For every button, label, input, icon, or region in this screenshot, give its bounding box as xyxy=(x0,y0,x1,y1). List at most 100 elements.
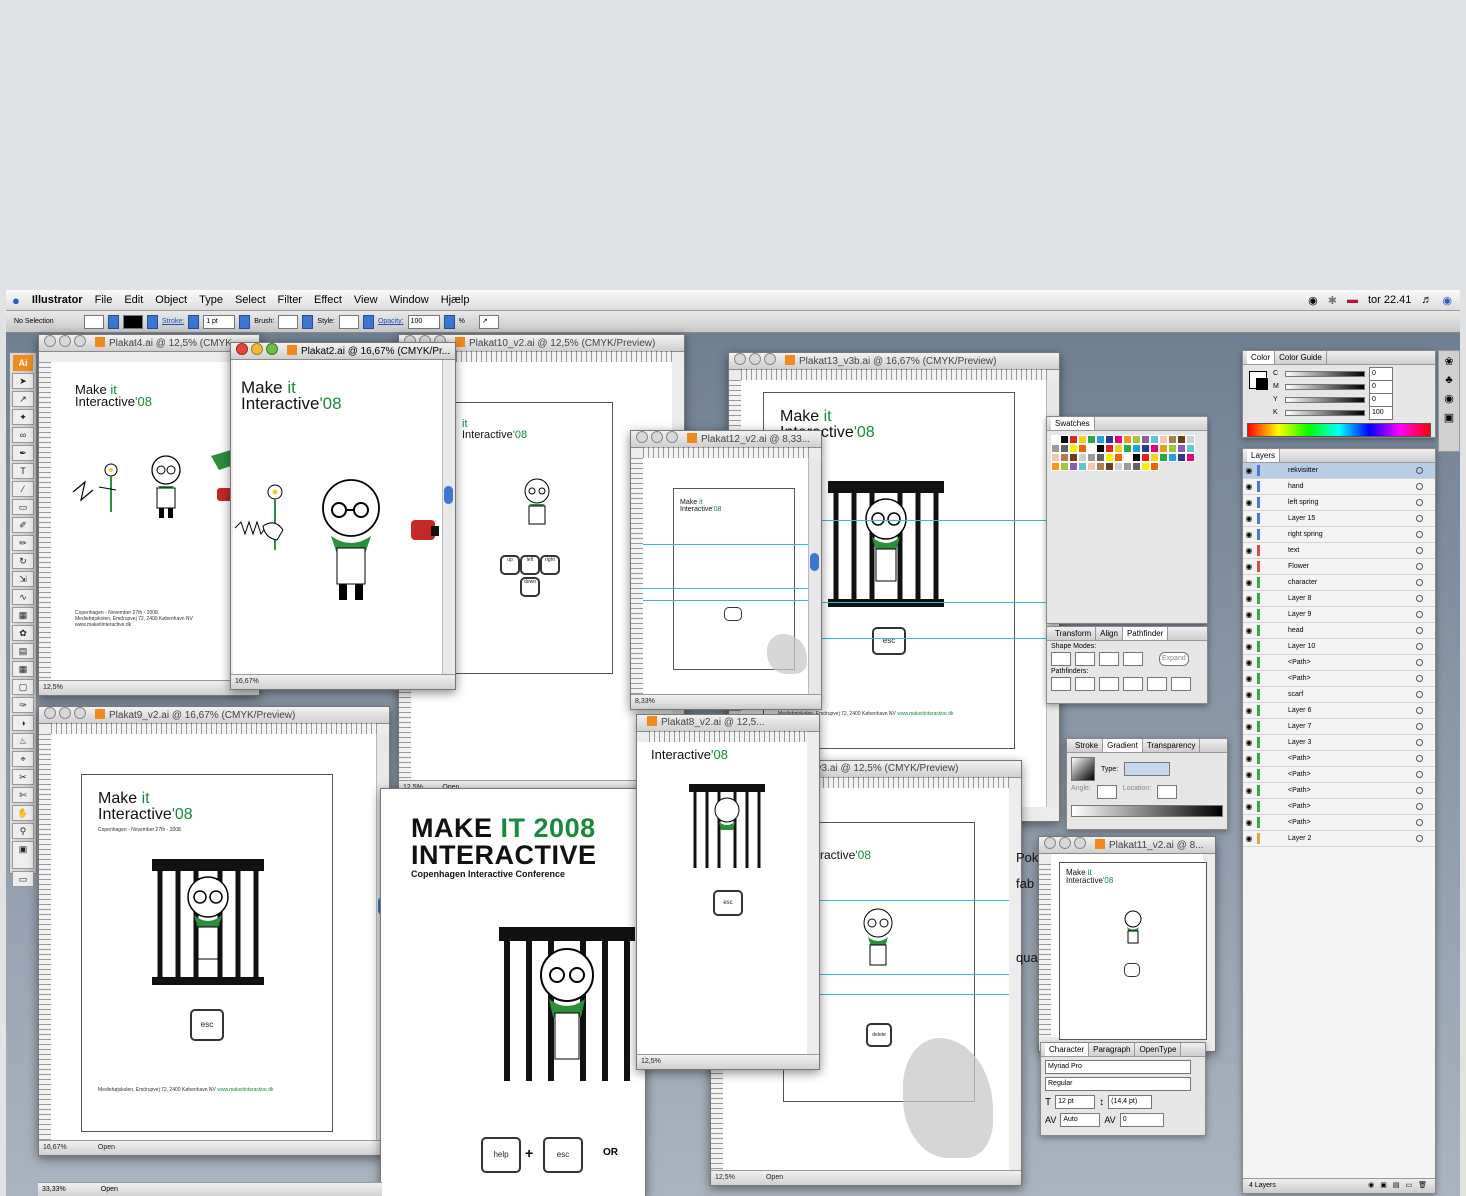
channel-slider[interactable] xyxy=(1285,383,1365,390)
target-circle-icon[interactable] xyxy=(1416,835,1423,842)
tab-opentype[interactable]: OpenType xyxy=(1135,1043,1182,1056)
color-swatch[interactable] xyxy=(1141,462,1150,471)
layer-row[interactable]: ◉ <Path> xyxy=(1243,671,1435,687)
layer-row[interactable]: ◉ character xyxy=(1243,575,1435,591)
color-swatch[interactable] xyxy=(1051,444,1060,453)
font-family-select[interactable]: Myriad Pro xyxy=(1045,1060,1191,1074)
stroke-weight-stepper[interactable] xyxy=(188,314,200,329)
rotate-tool-icon[interactable]: ↻ xyxy=(12,553,34,569)
screen-mode-icon[interactable]: ▭ xyxy=(12,871,34,887)
color-swatch[interactable] xyxy=(1069,435,1078,444)
target-circle-icon[interactable] xyxy=(1416,563,1423,570)
brushes-dock-icon[interactable]: ❀ xyxy=(1439,355,1459,368)
zoom-level[interactable]: 12,5% xyxy=(641,1058,661,1065)
visibility-eye-icon[interactable]: ◉ xyxy=(1243,834,1255,843)
free-transform-tool-icon[interactable]: ▦ xyxy=(12,607,34,623)
gradient-tool-icon[interactable]: ▢ xyxy=(12,679,34,695)
color-swatch[interactable] xyxy=(1051,435,1060,444)
visibility-eye-icon[interactable]: ◉ xyxy=(1243,770,1255,779)
vertical-scrollbar[interactable] xyxy=(808,458,821,695)
color-swatch[interactable] xyxy=(1114,435,1123,444)
font-size-field[interactable]: 12 pt xyxy=(1055,1095,1096,1109)
artboard-canvas[interactable]: Make it Interactive'08 xyxy=(233,360,443,675)
eyedropper-tool-icon[interactable]: ✑ xyxy=(12,697,34,713)
color-swatch[interactable] xyxy=(1177,453,1186,462)
channel-slider[interactable] xyxy=(1285,409,1365,416)
window-titlebar[interactable]: Plakat8_v2.ai @ 12,5... xyxy=(637,715,819,732)
stroke-dropdown[interactable] xyxy=(147,314,158,329)
magic-wand-tool-icon[interactable]: ✦ xyxy=(12,409,34,425)
menu-window[interactable]: Window xyxy=(390,294,429,306)
target-circle-icon[interactable] xyxy=(1416,675,1423,682)
subtract-shape-button[interactable] xyxy=(1075,652,1095,666)
target-circle-icon[interactable] xyxy=(1416,611,1423,618)
fill-stroke-proxy[interactable] xyxy=(1249,371,1268,390)
target-circle-icon[interactable] xyxy=(1416,499,1423,506)
artboard-canvas[interactable]: Make it Interactive'08 xyxy=(643,458,809,695)
channel-slider[interactable] xyxy=(1285,396,1365,403)
layer-row[interactable]: ◉ left spring xyxy=(1243,495,1435,511)
target-circle-icon[interactable] xyxy=(1416,691,1423,698)
artboard-canvas[interactable]: MAKE IT 2008 INTERACTIVE Copenhagen Inter… xyxy=(381,789,645,1196)
brush-field[interactable] xyxy=(278,314,299,329)
layer-row[interactable]: ◉ Layer 9 xyxy=(1243,607,1435,623)
color-swatch[interactable] xyxy=(1168,453,1177,462)
color-swatch[interactable] xyxy=(1150,462,1159,471)
tab-color[interactable]: Color xyxy=(1247,351,1276,364)
layer-list[interactable]: ◉ rekvisitter ◉ hand ◉ left spring ◉ Layer 15 ◉ r… xyxy=(1243,463,1435,847)
volume-icon[interactable]: ♬ xyxy=(1421,294,1432,306)
visibility-eye-icon[interactable]: ◉ xyxy=(1243,658,1255,667)
color-swatch[interactable] xyxy=(1087,453,1096,462)
cmyk-slider-row[interactable]: M0 xyxy=(1273,379,1393,394)
visibility-eye-icon[interactable]: ◉ xyxy=(1243,674,1255,683)
layer-row[interactable]: ◉ Layer 2 xyxy=(1243,831,1435,847)
layer-row[interactable]: ◉ rekvisitter xyxy=(1243,463,1435,479)
document-window-main-poster[interactable]: MAKE IT 2008 INTERACTIVE Copenhagen Inter… xyxy=(380,788,646,1196)
target-circle-icon[interactable] xyxy=(1416,483,1423,490)
document-window-plakat2[interactable]: Plakat2.ai @ 16,67% (CMYK/Pr... Make it I… xyxy=(230,342,456,690)
color-swatch[interactable] xyxy=(1186,453,1195,462)
target-circle-icon[interactable] xyxy=(1416,643,1423,650)
delete-layer-icon[interactable]: 🗑 xyxy=(1418,1179,1427,1193)
visibility-eye-icon[interactable]: ◉ xyxy=(1243,562,1255,571)
gradient-type-select[interactable] xyxy=(1124,762,1171,776)
target-circle-icon[interactable] xyxy=(1416,627,1423,634)
fill-stroke-icon[interactable]: ▣ xyxy=(12,841,34,869)
hand-tool-icon[interactable]: ✋ xyxy=(12,805,34,821)
artboard-canvas[interactable]: Make it Interactive'08 Copenhagen - Novem… xyxy=(51,734,377,1141)
layer-row[interactable]: ◉ <Path> xyxy=(1243,783,1435,799)
visibility-eye-icon[interactable]: ◉ xyxy=(1243,546,1255,555)
fill-dropdown[interactable] xyxy=(108,314,119,329)
appearance-dock-icon[interactable]: ◉ xyxy=(1439,392,1459,405)
status-text[interactable]: Open xyxy=(101,1186,118,1193)
menu-type[interactable]: Type xyxy=(199,294,223,306)
color-spectrum[interactable] xyxy=(1247,423,1431,437)
locate-object-icon[interactable]: ◉ xyxy=(1368,1179,1374,1193)
graph-tool-icon[interactable]: ▤ xyxy=(12,643,34,659)
layer-row[interactable]: ◉ Layer 15 xyxy=(1243,511,1435,527)
stroke-swatch[interactable] xyxy=(123,314,143,329)
type-tool-icon[interactable]: T xyxy=(12,463,34,479)
trim-button[interactable] xyxy=(1075,677,1095,691)
menu-filter[interactable]: Filter xyxy=(278,294,302,306)
symbol-sprayer-tool-icon[interactable]: ✿ xyxy=(12,625,34,641)
cmyk-slider-row[interactable]: K 100 xyxy=(1273,405,1393,420)
target-circle-icon[interactable] xyxy=(1416,659,1423,666)
scale-tool-icon[interactable]: ⇲ xyxy=(12,571,34,587)
tab-paragraph[interactable]: Paragraph xyxy=(1089,1043,1136,1056)
layer-row[interactable]: ◉ text xyxy=(1243,543,1435,559)
target-circle-icon[interactable] xyxy=(1416,819,1423,826)
graphic-styles-dock-icon[interactable]: ▣ xyxy=(1439,411,1459,424)
gradient-slider[interactable] xyxy=(1071,805,1223,817)
fill-swatch[interactable] xyxy=(84,314,104,329)
direct-selection-tool-icon[interactable]: ↗ xyxy=(12,391,34,407)
color-swatch[interactable] xyxy=(1078,435,1087,444)
zoom-level[interactable]: 33,33% xyxy=(42,1186,66,1193)
pencil-tool-icon[interactable]: ✏ xyxy=(12,535,34,551)
color-swatch[interactable] xyxy=(1123,462,1132,471)
channel-value-field[interactable]: 100 xyxy=(1369,405,1393,420)
color-swatch[interactable] xyxy=(1132,435,1141,444)
zoom-level[interactable]: 12,5% xyxy=(43,684,63,691)
color-swatch[interactable] xyxy=(1132,444,1141,453)
target-circle-icon[interactable] xyxy=(1416,595,1423,602)
